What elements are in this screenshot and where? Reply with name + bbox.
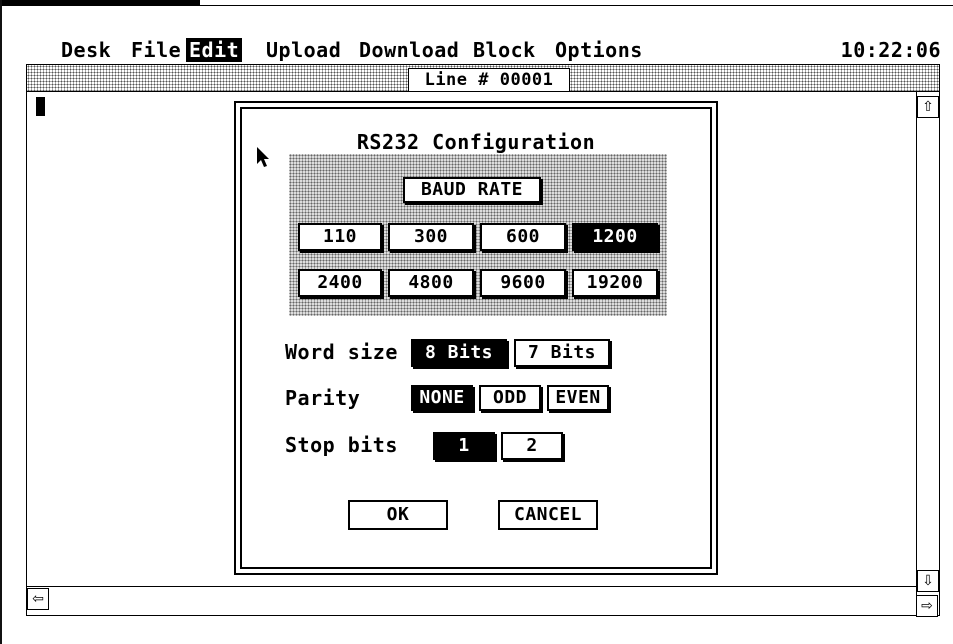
- menu-file[interactable]: File: [128, 38, 184, 62]
- up-arrow-icon[interactable]: ⇧: [917, 96, 939, 118]
- baud-rate-button[interactable]: BAUD RATE: [403, 177, 541, 203]
- stop-bits-label: Stop bits: [285, 433, 398, 457]
- right-arrow-icon[interactable]: ⇨: [916, 595, 938, 617]
- word-size-7-button[interactable]: 7 Bits: [514, 339, 610, 367]
- baud-19200-button[interactable]: 19200: [572, 269, 658, 297]
- baud-600-button[interactable]: 600: [480, 223, 566, 251]
- text-cursor: [36, 97, 45, 116]
- baud-300-button[interactable]: 300: [388, 223, 474, 251]
- menu-bar: Desk File Edit Upload Download Block Opt…: [0, 36, 953, 64]
- stop-bits-1-button[interactable]: 1: [433, 432, 495, 460]
- down-arrow-icon[interactable]: ⇩: [917, 570, 939, 592]
- parity-label: Parity: [285, 386, 361, 410]
- word-size-8-button[interactable]: 8 Bits: [411, 339, 507, 367]
- cancel-button[interactable]: CANCEL: [498, 500, 598, 530]
- clock: 10:22:06: [840, 38, 941, 62]
- menu-edit[interactable]: Edit: [186, 38, 243, 62]
- parity-odd-button[interactable]: ODD: [479, 385, 541, 411]
- stop-bits-2-button[interactable]: 2: [501, 432, 563, 460]
- dialog-title: RS232 Configuration: [356, 130, 596, 154]
- scan-edge: [0, 0, 2, 644]
- menu-options[interactable]: Options: [552, 38, 646, 62]
- word-size-label: Word size: [285, 340, 398, 364]
- baud-1200-button[interactable]: 1200: [572, 223, 658, 251]
- menu-download[interactable]: Download: [356, 38, 462, 62]
- baud-2400-button[interactable]: 2400: [298, 269, 382, 297]
- menu-block[interactable]: Block: [470, 38, 539, 62]
- parity-none-button[interactable]: NONE: [411, 385, 473, 411]
- baud-9600-button[interactable]: 9600: [480, 269, 566, 297]
- ok-button[interactable]: OK: [348, 500, 448, 530]
- mouse-pointer-icon: [257, 147, 269, 167]
- window-title: Line # 00001: [408, 68, 570, 92]
- left-arrow-icon[interactable]: ⇦: [27, 588, 49, 610]
- horizontal-scrollbar[interactable]: ⇦: [27, 586, 916, 612]
- baud-4800-button[interactable]: 4800: [388, 269, 474, 297]
- parity-even-button[interactable]: EVEN: [547, 385, 609, 411]
- vertical-scrollbar[interactable]: ⇧ ⇩: [916, 92, 940, 596]
- scan-edge: [0, 0, 200, 6]
- baud-110-button[interactable]: 110: [298, 223, 382, 251]
- scan-edge: [200, 5, 953, 6]
- menu-upload[interactable]: Upload: [263, 38, 344, 62]
- menu-desk[interactable]: Desk: [58, 38, 114, 62]
